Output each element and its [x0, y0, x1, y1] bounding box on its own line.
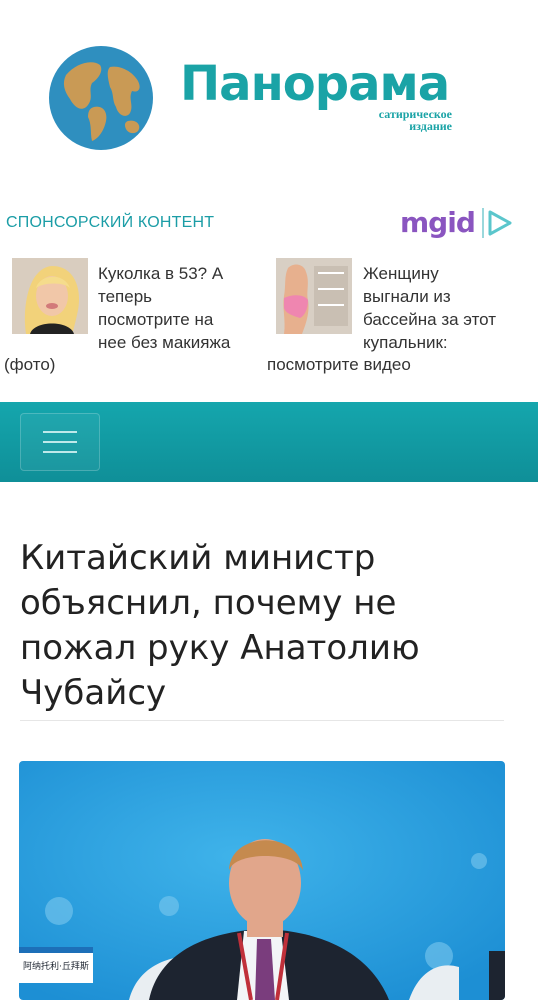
- ad-1-line-3: посмотрите на: [98, 310, 214, 329]
- ad-2-tail[interactable]: посмотрите видео: [267, 353, 411, 376]
- article-photo[interactable]: 阿纳托利·丘拜斯: [19, 761, 505, 1000]
- main-navbar: [0, 402, 538, 482]
- hamburger-icon-bar: [43, 451, 77, 453]
- ad-2-line-2: выгнали из: [363, 287, 451, 306]
- site-header: Панорама сатирическое издание: [0, 0, 538, 190]
- mgid-logo[interactable]: mgid: [400, 206, 476, 239]
- hamburger-icon: [43, 431, 77, 433]
- ad-1-text[interactable]: Куколка в 53? А теперь посмотрите на нее…: [98, 262, 230, 354]
- hamburger-icon-bar: [43, 441, 77, 443]
- ad-2-line-3: бассейна за этот: [363, 310, 497, 329]
- logo-subtitle-line-2: издание: [409, 119, 452, 133]
- ad-1-tail[interactable]: (фото): [4, 353, 55, 376]
- ad-thumbnail-blonde-woman[interactable]: [12, 258, 88, 334]
- ad-2-line-1: Женщину: [363, 264, 439, 283]
- photo-nameplate-text: 阿纳托利·丘拜斯: [23, 960, 89, 972]
- hamburger-menu-button[interactable]: [20, 413, 100, 471]
- ad-2-line-4: купальник:: [363, 333, 448, 352]
- ad-1-line-4: нее без макияжа: [98, 333, 231, 352]
- globe-logo-icon[interactable]: [48, 45, 154, 151]
- site-logo-title[interactable]: Панорама: [180, 60, 450, 108]
- play-triangle-icon[interactable]: [480, 206, 514, 240]
- ad-thumbnail-swimsuit[interactable]: [276, 258, 352, 334]
- site-logo-subtitle: сатирическое издание: [350, 108, 452, 132]
- ad-1-line-2: теперь: [98, 287, 153, 306]
- title-divider: [20, 720, 504, 721]
- article-title: Китайский министр объяснил, почему не по…: [20, 538, 420, 713]
- ad-1-line-1: Куколка в 53? А: [98, 264, 224, 283]
- sponsored-content-label: СПОНСОРСКИЙ КОНТЕНТ: [6, 214, 215, 231]
- ad-2-text[interactable]: Женщину выгнали из бассейна за этот купа…: [363, 262, 496, 354]
